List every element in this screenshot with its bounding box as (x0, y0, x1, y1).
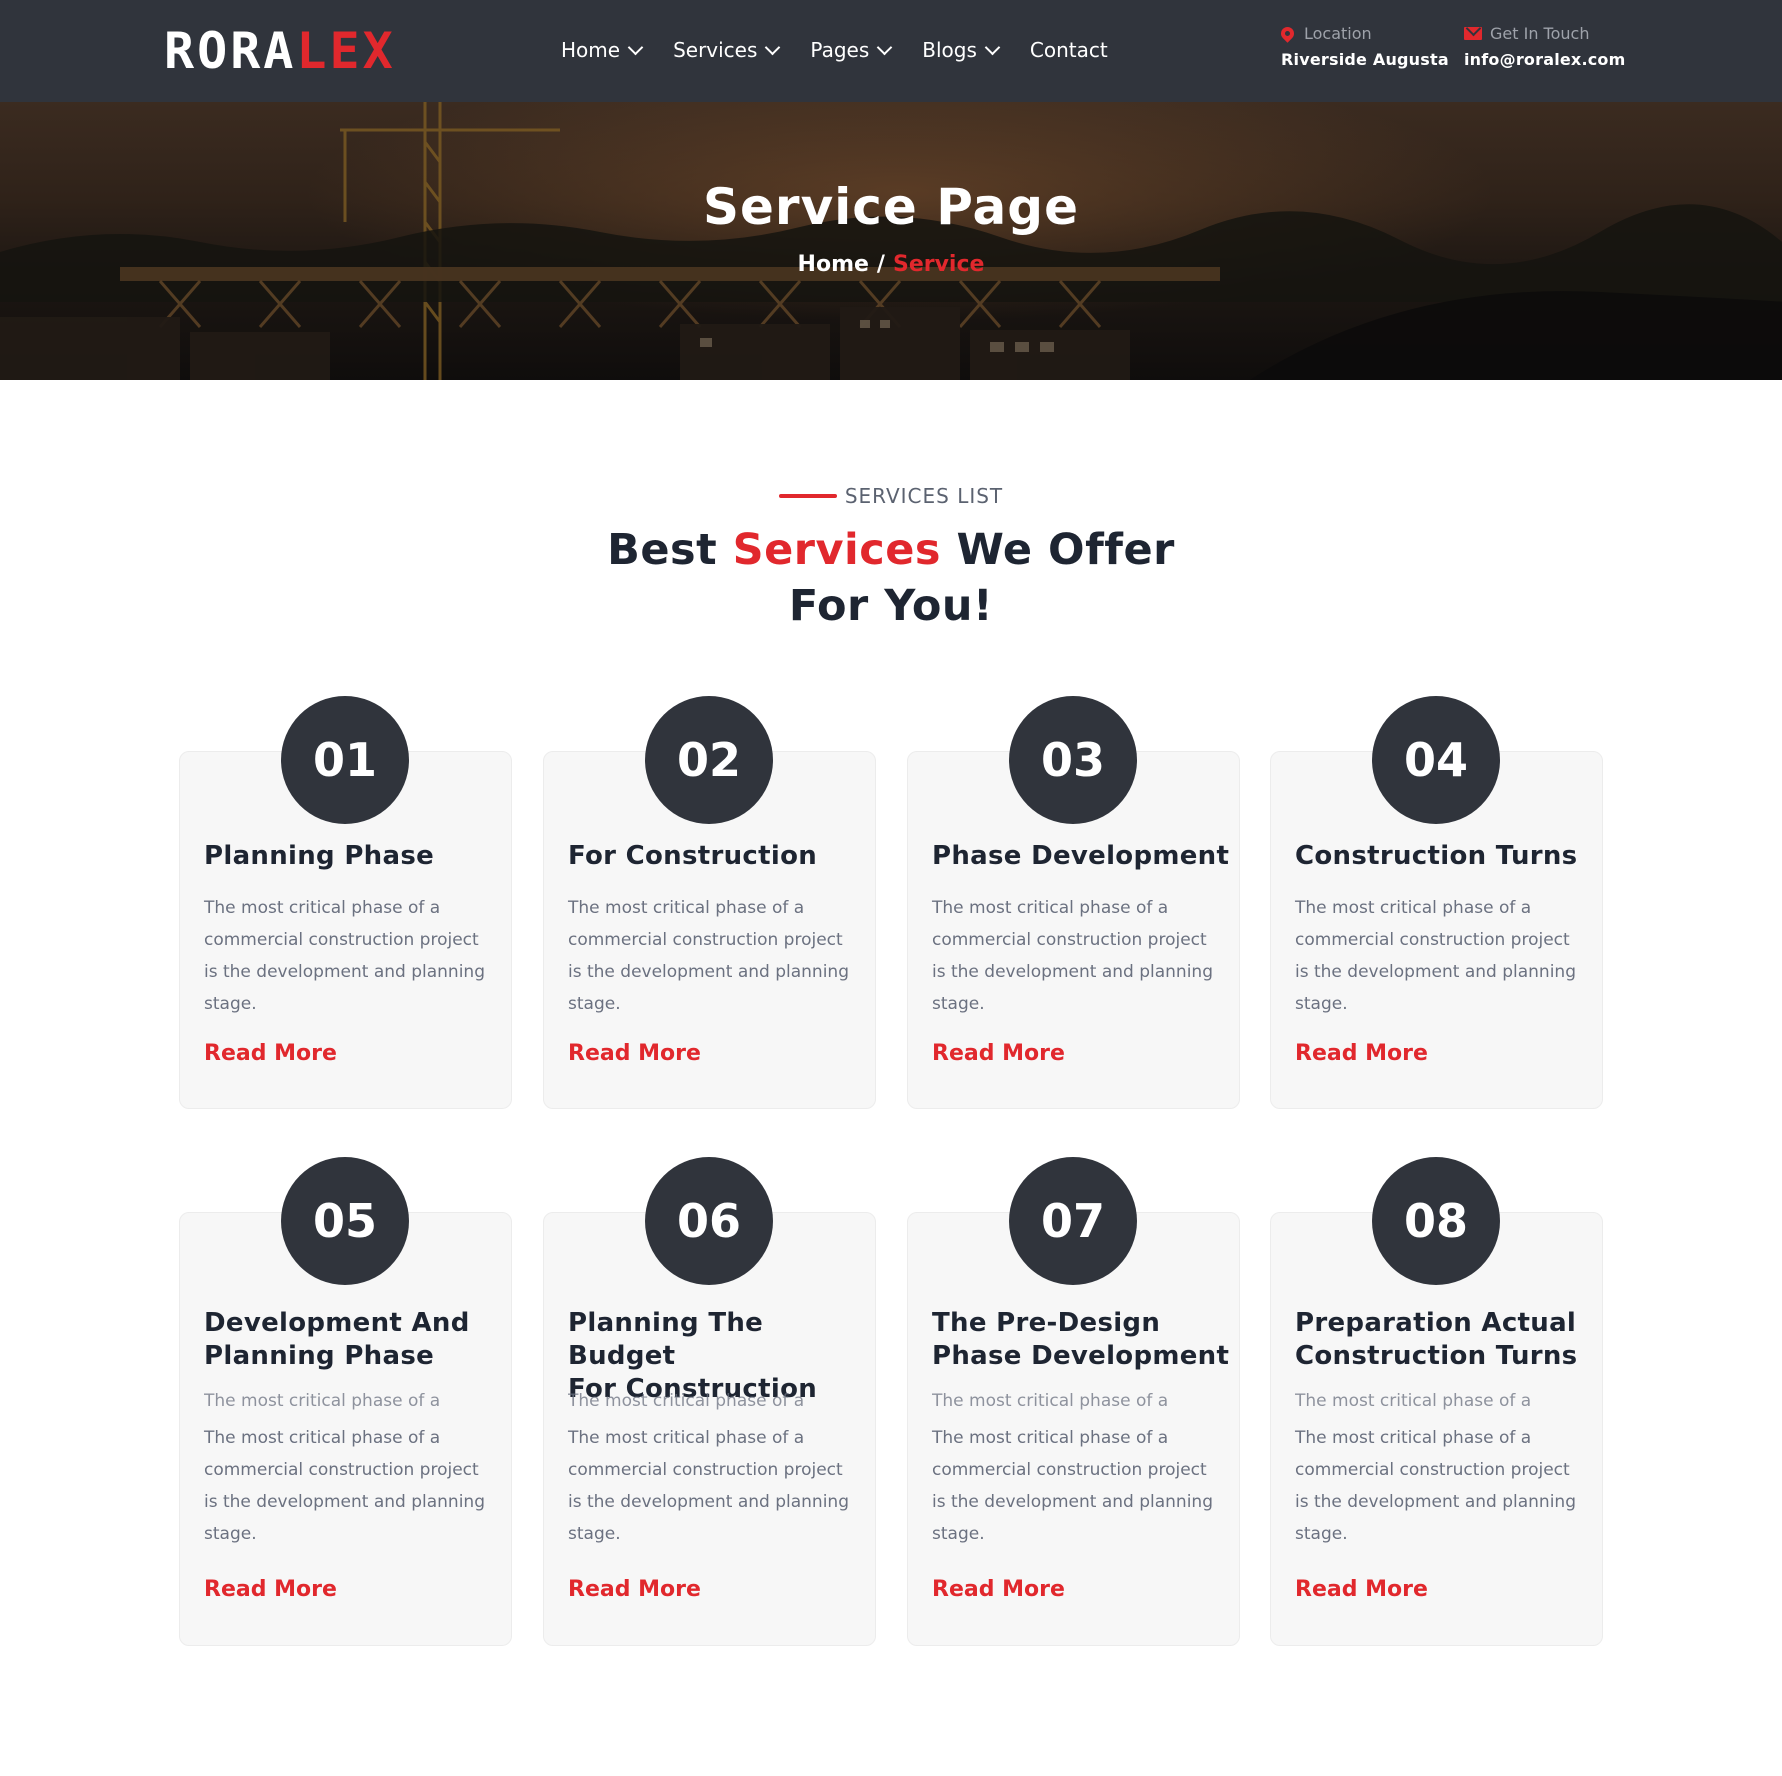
chevron-down-icon (984, 39, 1001, 55)
nav-label: Contact (1029, 38, 1108, 62)
read-more-link[interactable]: Read More (1295, 1577, 1428, 1602)
breadcrumb: Home / Service (0, 252, 1782, 277)
email-link[interactable]: info@roralex.com (1464, 50, 1625, 69)
card-number-badge: 07 (1009, 1157, 1137, 1285)
card-number-badge: 04 (1372, 696, 1500, 824)
read-more-link[interactable]: Read More (1295, 1041, 1428, 1066)
breadcrumb-separator: / (876, 252, 885, 277)
card-description: The most critical phase of a commercial … (568, 898, 849, 1014)
header-email: Get In Touch info@roralex.com (1464, 22, 1625, 69)
map-pin-icon (1278, 23, 1297, 43)
subtitle-text: SERVICES LIST (844, 484, 1004, 508)
card-number-badge: 02 (645, 696, 773, 824)
card-title: For Construction (568, 841, 818, 871)
chevron-down-icon (765, 39, 781, 55)
location-label: Location (1304, 23, 1372, 43)
card-title: Phase Development (932, 841, 1230, 871)
read-more-link[interactable]: Read More (568, 1041, 701, 1066)
card-description: The most critical phase of a commercial … (932, 898, 1213, 1014)
read-more-link[interactable]: Read More (932, 1577, 1065, 1602)
header-location: Location Riverside Augusta (1278, 22, 1449, 69)
location-value: Riverside Augusta (1281, 50, 1449, 69)
card-title-line1: The Pre-Design (932, 1308, 1161, 1338)
card-number-badge: 05 (281, 1157, 409, 1285)
location-label-row: Location (1278, 22, 1449, 44)
card-description: The most critical phase of a commercial … (1295, 898, 1576, 1014)
card-number-badge: 01 (281, 696, 409, 824)
card-description: The most critical phase of a commercial … (568, 1428, 849, 1544)
card-description: The most critical phase of a commercial … (1295, 1428, 1576, 1544)
card-title-line2: Phase Development (932, 1341, 1230, 1371)
nav-item-contact[interactable]: Contact (1030, 38, 1108, 62)
logo-text-red: LEX (296, 22, 396, 80)
card-title-line2: Construction Turns (1295, 1341, 1578, 1371)
card-number-badge: 08 (1372, 1157, 1500, 1285)
card-title: Planning Phase (204, 841, 435, 871)
heading-line2: For You! (788, 581, 994, 631)
card-title: Construction Turns (1295, 841, 1578, 871)
nav-item-services[interactable]: Services (673, 38, 781, 62)
site-logo[interactable]: RORA LEX (164, 26, 396, 76)
section-heading: Best Services We Offer For You! (0, 522, 1782, 634)
nav-item-pages[interactable]: Pages (810, 38, 893, 62)
envelope-icon (1464, 26, 1482, 40)
card-title: The Pre-Design Phase Development (932, 1307, 1232, 1373)
heading-highlight: Services (732, 525, 942, 575)
site-header: RORA LEX Home Services Pages Blogs Contac… (0, 0, 1782, 102)
card-title: Preparation Actual Construction Turns (1295, 1307, 1595, 1373)
chevron-down-icon (627, 39, 644, 55)
main-nav: Home Services Pages Blogs Contact (561, 30, 1140, 70)
card-title-line1: Preparation Actual (1295, 1308, 1577, 1338)
card-description: The most critical phase of a commercial … (204, 898, 485, 1014)
email-label-row: Get In Touch (1464, 22, 1625, 44)
page-banner: Service Page Home / Service (0, 102, 1782, 380)
card-title-line2: Planning Phase (204, 1341, 435, 1371)
card-number-badge: 03 (1009, 696, 1137, 824)
heading-part2: We Offer (941, 525, 1175, 575)
read-more-link[interactable]: Read More (932, 1041, 1065, 1066)
nav-label: Services (673, 38, 758, 62)
card-description: The most critical phase of a commercial … (932, 1428, 1213, 1544)
card-title: Development And Planning Phase (204, 1307, 504, 1373)
nav-label: Blogs (922, 38, 977, 62)
construction-background-image (0, 102, 1782, 380)
subtitle-accent-line (778, 494, 837, 498)
card-description: The most critical phase of a commercial … (204, 1428, 485, 1544)
heading-part1: Best (607, 525, 733, 575)
card-number-badge: 06 (645, 1157, 773, 1285)
nav-label: Pages (810, 38, 870, 62)
chevron-down-icon (876, 39, 893, 55)
card-title-line1: Planning The Budget (568, 1308, 764, 1371)
read-more-link[interactable]: Read More (568, 1577, 701, 1602)
email-label: Get In Touch (1490, 23, 1590, 43)
breadcrumb-current: Service (892, 252, 985, 277)
section-subtitle: SERVICES LIST (0, 484, 1782, 508)
breadcrumb-home-link[interactable]: Home (798, 252, 869, 277)
nav-item-blogs[interactable]: Blogs (922, 38, 1001, 62)
read-more-link[interactable]: Read More (204, 1577, 337, 1602)
nav-label: Home (561, 38, 621, 62)
nav-item-home[interactable]: Home (561, 38, 644, 62)
read-more-link[interactable]: Read More (204, 1041, 337, 1066)
page-title: Service Page (702, 178, 1079, 236)
logo-text-white: RORA (164, 22, 297, 80)
card-title-line1: Development And (204, 1308, 470, 1338)
